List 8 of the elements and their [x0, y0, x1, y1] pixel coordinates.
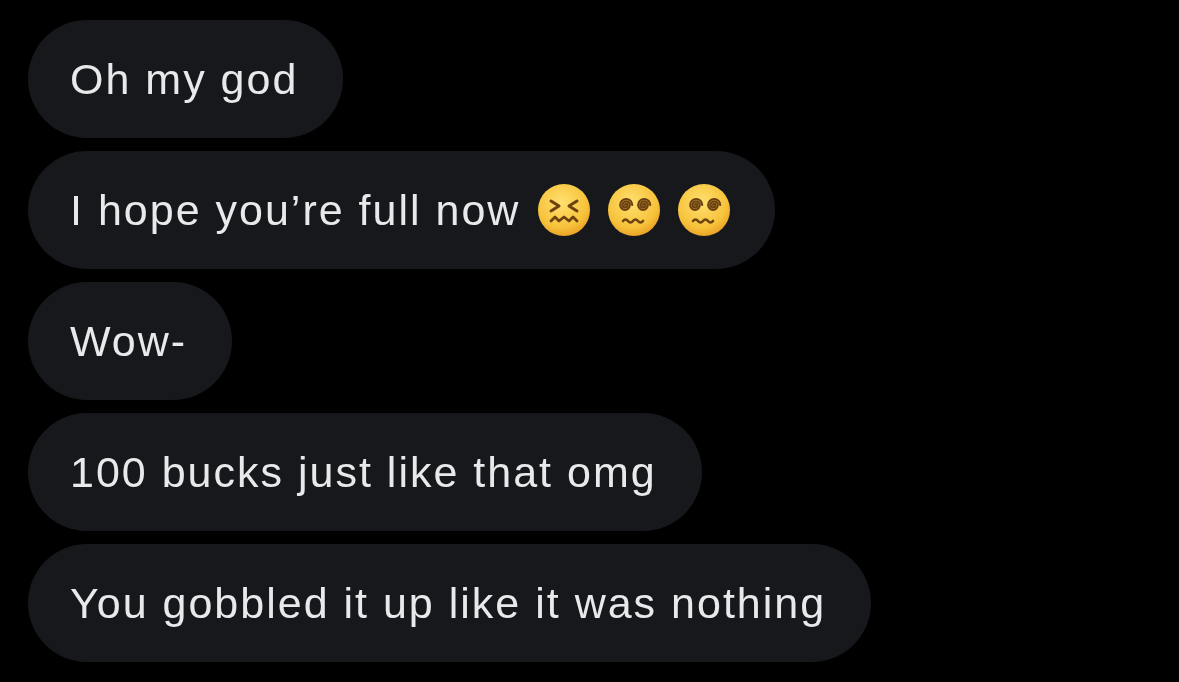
spiral-eyes-face-icon: [608, 184, 661, 236]
message-text: Wow-: [70, 316, 188, 366]
message-text: I hope you’re full now: [70, 185, 521, 235]
message-text: 100 bucks just like that omg: [70, 447, 657, 497]
squinting-wavy-face-icon: [538, 184, 591, 236]
message-text: Oh my god: [70, 54, 299, 104]
spiral-eyes-face-icon: [678, 184, 731, 236]
message-text: You gobbled it up like it was nothing: [70, 578, 827, 628]
